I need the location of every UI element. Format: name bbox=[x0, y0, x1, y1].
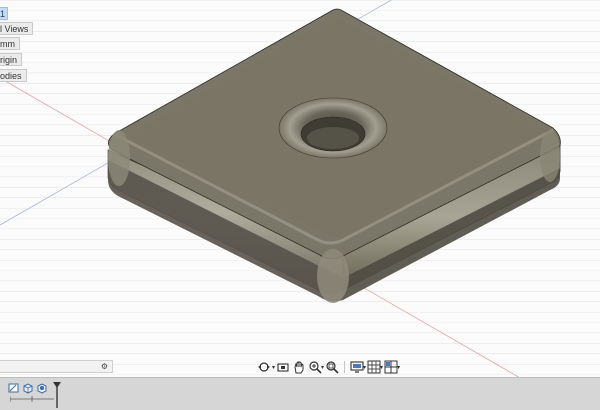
toolbar-separator bbox=[344, 361, 346, 373]
timeline-fillet-icon[interactable] bbox=[36, 382, 48, 394]
timeline-track bbox=[10, 396, 54, 402]
model-scene[interactable] bbox=[0, 0, 600, 377]
browser-node-named-views[interactable]: l Views bbox=[0, 22, 34, 35]
gear-icon[interactable]: ⚙ bbox=[101, 362, 108, 372]
look-at-icon[interactable] bbox=[275, 359, 291, 375]
pan-icon[interactable] bbox=[291, 359, 307, 375]
orbit-icon[interactable] bbox=[254, 359, 274, 375]
hole-inner-wall bbox=[307, 127, 359, 149]
timeline-sketch-icon[interactable] bbox=[8, 382, 20, 394]
timeline-extrude-icon[interactable] bbox=[22, 382, 34, 394]
canvas-viewport[interactable]: 1 l Views mm rigin odies ⚙ ▾ ▾ ▾ ▾ ▾ bbox=[0, 0, 600, 377]
viewports-dropdown-caret[interactable]: ▾ bbox=[397, 364, 400, 371]
timeline-features bbox=[8, 382, 48, 394]
zoom-fit-icon[interactable] bbox=[324, 359, 340, 375]
browser-node-bodies[interactable]: odies bbox=[0, 69, 27, 82]
browser-node-origin[interactable]: rigin bbox=[0, 53, 23, 66]
browser-node-component[interactable]: 1 bbox=[0, 7, 9, 20]
navigation-toolbar: ▾ ▾ ▾ ▾ ▾ bbox=[254, 359, 400, 375]
comments-panel[interactable]: ⚙ bbox=[0, 360, 113, 373]
timeline-bar bbox=[0, 377, 600, 410]
browser-node-units[interactable]: mm bbox=[0, 37, 20, 50]
timeline-marker-icon[interactable] bbox=[52, 381, 62, 409]
corner-right bbox=[540, 130, 560, 182]
corner-front bbox=[317, 249, 349, 303]
corner-left bbox=[108, 130, 130, 186]
